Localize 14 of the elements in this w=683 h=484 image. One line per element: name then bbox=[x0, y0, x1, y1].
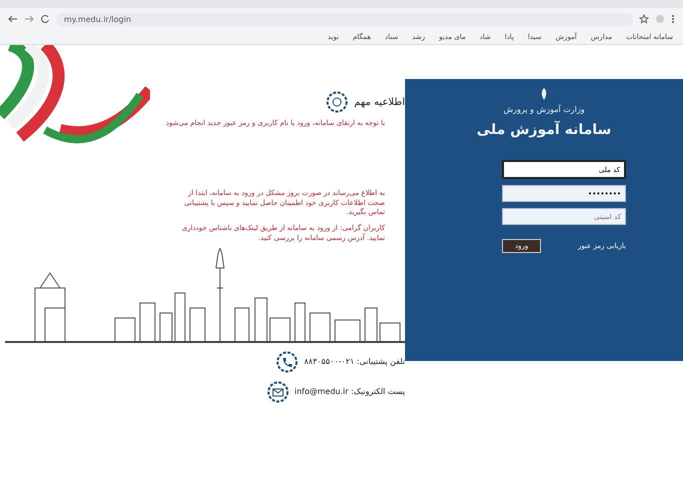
gear-icon bbox=[326, 91, 348, 113]
menu-icon[interactable] bbox=[671, 14, 675, 24]
notice-title: اطلاعیه مهم bbox=[354, 96, 405, 108]
system-title: سامانه آموزش ملی bbox=[476, 122, 612, 138]
envelope-icon bbox=[266, 380, 288, 403]
reload-icon[interactable] bbox=[40, 14, 50, 24]
email-text: پست الکترونیک: info@medu.ir bbox=[294, 387, 405, 396]
phone-icon bbox=[276, 350, 298, 373]
star-icon[interactable] bbox=[639, 14, 649, 24]
back-icon[interactable] bbox=[8, 14, 18, 24]
address-bar[interactable]: my.medu.ir/login bbox=[56, 12, 633, 26]
ministry-name: وزارت آموزش و پرورش bbox=[503, 105, 585, 114]
forward-icon[interactable] bbox=[24, 14, 34, 24]
support-phone-text: تلفن پشتیبانی: ۰۲۱-۸۸۳۰۵۵۰۰ bbox=[304, 357, 405, 366]
